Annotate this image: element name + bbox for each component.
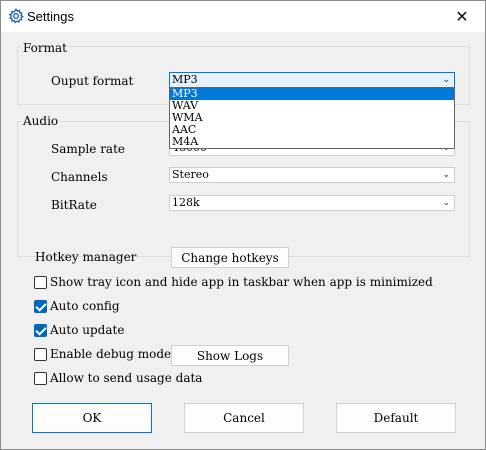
bitrate-value: 128k: [172, 196, 200, 209]
chevron-down-icon: ⌄: [442, 75, 450, 85]
title-bar: Settings ✕: [1, 1, 485, 32]
channels-select[interactable]: Stereo ⌄: [169, 167, 455, 183]
bitrate-label: BitRate: [51, 198, 97, 212]
close-button[interactable]: ✕: [439, 1, 485, 32]
output-format-dropdown: MP3 WAV WMA AAC M4A: [169, 87, 455, 149]
change-hotkeys-button[interactable]: Change hotkeys: [171, 247, 289, 268]
output-format-value: MP3: [172, 73, 198, 86]
channels-value: Stereo: [172, 168, 209, 181]
auto-config-label: Auto config: [50, 299, 120, 313]
auto-update-checkbox[interactable]: [34, 324, 47, 337]
output-format-select[interactable]: MP3 ⌄: [169, 72, 455, 88]
tray-checkbox[interactable]: [34, 276, 47, 289]
dropdown-option-mp3[interactable]: MP3: [170, 88, 454, 100]
window-title: Settings: [27, 9, 74, 24]
dropdown-option-m4a[interactable]: M4A: [170, 136, 454, 148]
settings-window: Settings ✕ Format Ouput format MP3 ⌄ Aud…: [0, 0, 486, 450]
bitrate-select[interactable]: 128k ⌄: [169, 195, 455, 211]
tray-option-label: Show tray icon and hide app in taskbar w…: [50, 275, 433, 289]
usage-data-checkbox[interactable]: [34, 372, 47, 385]
auto-config-checkbox[interactable]: [34, 300, 47, 313]
debug-mode-label: Enable debug mode: [50, 347, 172, 361]
show-logs-button[interactable]: Show Logs: [171, 345, 289, 366]
dropdown-option-aac[interactable]: AAC: [170, 124, 454, 136]
usage-data-label: Allow to send usage data: [50, 371, 203, 385]
close-icon: ✕: [455, 7, 469, 26]
auto-update-label: Auto update: [50, 323, 125, 337]
dropdown-option-wma[interactable]: WMA: [170, 112, 454, 124]
cancel-button[interactable]: Cancel: [184, 403, 304, 433]
default-button[interactable]: Default: [336, 403, 456, 433]
format-group-label: Format: [21, 41, 69, 55]
debug-mode-checkbox[interactable]: [34, 348, 47, 361]
chevron-down-icon: ⌄: [442, 170, 450, 180]
hotkey-manager-label: Hotkey manager: [35, 250, 137, 264]
output-format-label: Ouput format: [51, 74, 134, 88]
dropdown-option-wav[interactable]: WAV: [170, 100, 454, 112]
gear-icon: [8, 8, 24, 24]
chevron-down-icon: ⌄: [442, 198, 450, 208]
audio-group-label: Audio: [21, 114, 61, 128]
sample-rate-label: Sample rate: [51, 142, 126, 156]
ok-button[interactable]: OK: [32, 403, 152, 433]
channels-label: Channels: [51, 170, 108, 184]
